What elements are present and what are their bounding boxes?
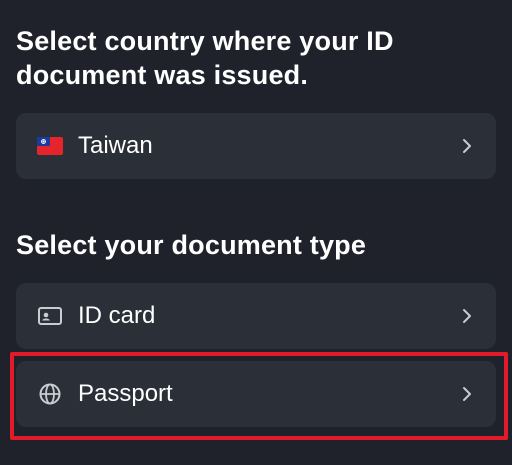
document-option-label: ID card: [78, 302, 156, 329]
document-option-passport[interactable]: Passport: [16, 361, 496, 427]
document-option-id-card[interactable]: ID card: [16, 283, 496, 349]
id-card-icon: [36, 302, 64, 330]
chevron-right-icon: [460, 384, 474, 404]
document-option-label: Passport: [78, 380, 173, 407]
country-label: Taiwan: [78, 132, 153, 159]
country-section-heading: Select country where your ID document wa…: [16, 26, 394, 90]
country-selector-row[interactable]: Taiwan: [16, 113, 496, 179]
chevron-right-icon: [460, 136, 474, 156]
globe-icon: [36, 380, 64, 408]
taiwan-flag-icon: [36, 132, 64, 160]
chevron-right-icon: [460, 306, 474, 326]
document-type-heading: Select your document type: [16, 230, 367, 260]
